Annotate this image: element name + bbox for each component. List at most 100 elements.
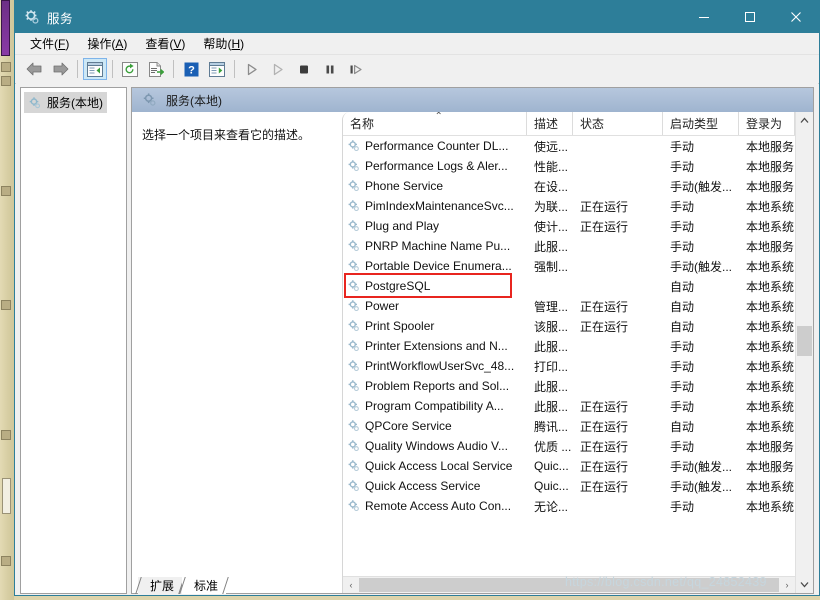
menu-item-view[interactable]: 查看(V) (136, 33, 194, 54)
cell-startup: 手动 (670, 399, 695, 414)
table-row[interactable]: Power 管理... 正在运行 自动 本地系统 (343, 296, 795, 316)
table-row[interactable]: Performance Counter DL... 使远... 手动 本地服务 (343, 136, 795, 156)
cell-status: 正在运行 (580, 219, 629, 234)
restart-service-button[interactable] (344, 58, 368, 80)
start-service-button[interactable] (240, 58, 264, 80)
cell-logon: 本地系统 (746, 379, 795, 394)
vertical-scrollbar[interactable] (795, 112, 813, 593)
table-row[interactable]: PrintWorkflowUserSvc_48... 打印... 手动 本地系统 (343, 356, 795, 376)
service-gear-icon (347, 419, 361, 433)
table-row[interactable]: Program Compatibility A... 此服... 正在运行 手动 本地系… (343, 396, 795, 416)
back-button[interactable] (22, 58, 46, 80)
cell-startup: 自动 (670, 279, 695, 294)
column-header-desc[interactable]: 描述 (527, 112, 573, 135)
cell-logon: 本地系统 (746, 219, 795, 234)
table-row[interactable]: Phone Service 在设... 手动(触发... 本地服务 (343, 176, 795, 196)
service-name-label: Problem Reports and Sol... (365, 379, 510, 393)
cell-logon: 本地系统 (746, 279, 795, 294)
vscroll-down-arrow[interactable] (796, 576, 813, 593)
table-row[interactable]: Print Spooler 该服... 正在运行 自动 本地系统 (343, 316, 795, 336)
cell-startup: 手动(触发... (670, 179, 732, 194)
refresh-button[interactable] (118, 58, 142, 80)
cell-logon: 本地系统 (746, 259, 795, 274)
cell-desc: 此服... (534, 239, 569, 254)
close-button[interactable] (773, 1, 819, 33)
table-row[interactable]: Performance Logs & Aler... 性能... 手动 本地服务 (343, 156, 795, 176)
service-gear-icon (347, 339, 361, 353)
pause-service-button[interactable] (318, 58, 342, 80)
tab-extended[interactable]: 扩展 (135, 577, 185, 594)
service-name-label: Printer Extensions and N... (365, 339, 508, 353)
cell-desc: 该服... (534, 319, 569, 334)
table-row[interactable]: PimIndexMaintenanceSvc... 为联... 正在运行 手动 本地系统 (343, 196, 795, 216)
tab-standard[interactable]: 标准 (179, 577, 229, 594)
service-name-label: PimIndexMaintenanceSvc... (365, 199, 514, 213)
cell-desc: 性能... (534, 159, 569, 174)
action-pane-button[interactable] (205, 58, 229, 80)
minimize-button[interactable] (681, 1, 727, 33)
show-tree-button[interactable] (83, 58, 107, 80)
resume-service-button[interactable] (266, 58, 290, 80)
cell-logon: 本地系统 (746, 359, 795, 374)
service-gear-icon (347, 279, 361, 293)
column-header-startup[interactable]: 启动类型 (663, 112, 739, 135)
cell-logon: 本地系统 (746, 339, 795, 354)
table-row[interactable]: Printer Extensions and N... 此服... 手动 本地系统 (343, 336, 795, 356)
table-row[interactable]: Problem Reports and Sol... 此服... 手动 本地系统 (343, 376, 795, 396)
cell-logon: 本地系统 (746, 399, 795, 414)
export-list-button[interactable] (144, 58, 168, 80)
service-gear-icon (347, 479, 361, 493)
vscroll-thumb[interactable] (797, 326, 812, 356)
cell-startup: 手动(触发... (670, 459, 732, 474)
menu-item-help[interactable]: 帮助(H) (194, 33, 253, 54)
table-row[interactable]: Remote Access Auto Con... 无论... 手动 本地系统 (343, 496, 795, 516)
table-row[interactable]: Quick Access Service Quic... 正在运行 手动(触发... 本… (343, 476, 795, 496)
table-row[interactable]: Portable Device Enumera... 强制... 手动(触发... 本… (343, 256, 795, 276)
cell-name: Print Spooler (343, 319, 527, 333)
description-placeholder-text: 选择一个项目来查看它的描述。 (142, 128, 311, 142)
cell-startup: 手动(触发... (670, 259, 732, 274)
cell-name: PNRP Machine Name Pu... (343, 239, 527, 253)
cell-desc: Quic... (534, 479, 569, 493)
menu-item-file[interactable]: 文件(F) (21, 33, 78, 54)
watermark: https://blog.csdn.net/qq_24852439 (565, 575, 767, 589)
results-pane-header: 服务(本地) (132, 88, 813, 112)
forward-button[interactable] (48, 58, 72, 80)
service-gear-icon (347, 179, 361, 193)
cell-desc: 此服... (534, 399, 569, 414)
cell-name: Printer Extensions and N... (343, 339, 527, 353)
table-row[interactable]: PostgreSQL 自动 本地系统 (343, 276, 795, 296)
cell-desc: 打印... (534, 359, 569, 374)
cell-desc: 此服... (534, 379, 569, 394)
column-header-name[interactable]: 名称 ⌃ (343, 112, 527, 135)
column-header-status[interactable]: 状态 (573, 112, 663, 135)
tree-node-label: 服务(本地) (47, 96, 103, 110)
maximize-button[interactable] (727, 1, 773, 33)
service-name-label: Quick Access Service (365, 479, 481, 493)
cell-status: 正在运行 (580, 199, 629, 214)
stop-service-button[interactable] (292, 58, 316, 80)
cell-name: Plug and Play (343, 219, 527, 233)
column-header-logon[interactable]: 登录为 (739, 112, 795, 135)
table-row[interactable]: QPCore Service 腾讯... 正在运行 自动 本地系统 (343, 416, 795, 436)
background-icon-5 (1, 430, 11, 440)
cell-desc: 在设... (534, 179, 569, 194)
tree-node-services-local[interactable]: 服务(本地) (24, 92, 107, 113)
menu-item-action[interactable]: 操作(A) (78, 33, 136, 54)
service-name-label: PrintWorkflowUserSvc_48... (365, 359, 515, 373)
table-row[interactable]: Quick Access Local Service Quic... 正在运行 手动(… (343, 456, 795, 476)
table-row[interactable]: Quality Windows Audio V... 优质 ... 正在运行 手动 本地… (343, 436, 795, 456)
vscroll-up-arrow[interactable] (796, 112, 813, 129)
hscroll-left-arrow[interactable]: ‹ (343, 580, 359, 590)
cell-startup: 自动 (670, 419, 695, 434)
vscroll-track[interactable] (796, 129, 813, 576)
table-row[interactable]: PNRP Machine Name Pu... 此服... 手动 本地服务 (343, 236, 795, 256)
column-header-label: 名称 (350, 117, 375, 131)
help-button[interactable]: ? (179, 58, 203, 80)
hscroll-right-arrow[interactable]: › (779, 580, 795, 590)
cell-name: Performance Counter DL... (343, 139, 527, 153)
background-box (2, 478, 11, 514)
cell-name: Performance Logs & Aler... (343, 159, 527, 173)
cell-desc: 为联... (534, 199, 569, 214)
table-row[interactable]: Plug and Play 使计... 正在运行 手动 本地系统 (343, 216, 795, 236)
